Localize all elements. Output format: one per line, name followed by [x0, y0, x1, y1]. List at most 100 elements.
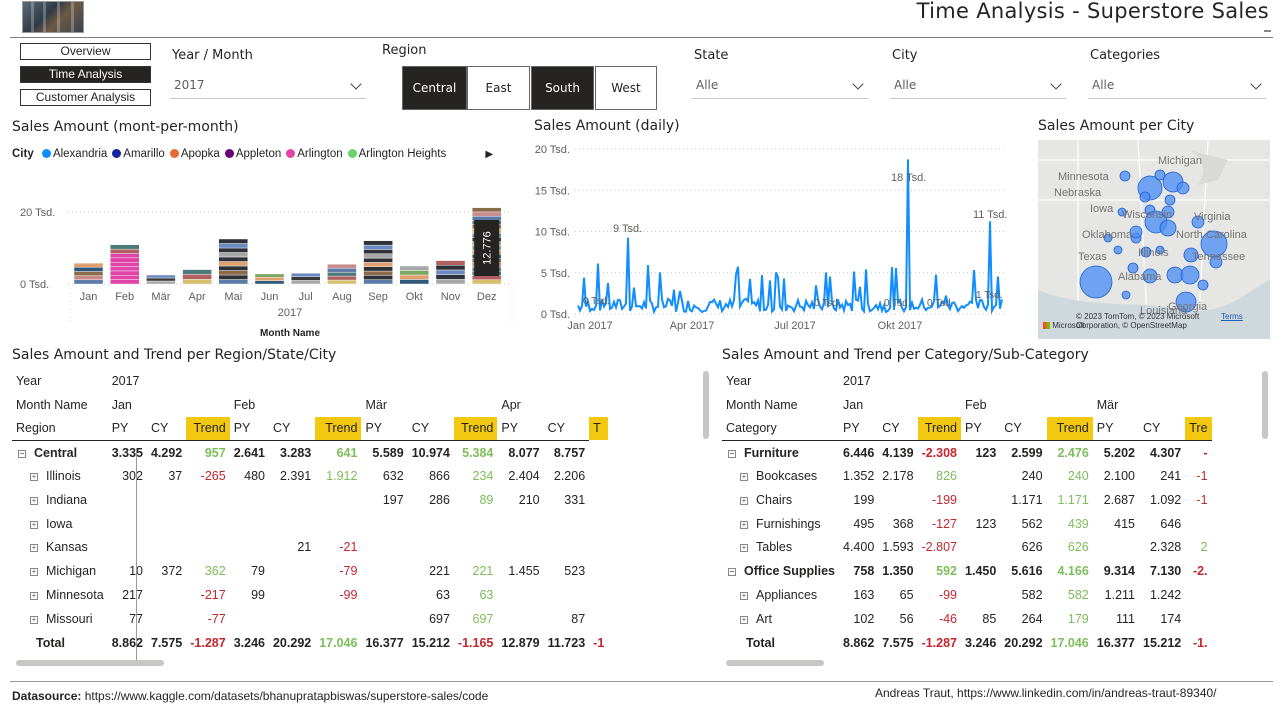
- expand-icon[interactable]: +: [30, 544, 38, 553]
- table-row[interactable]: − Furniture 6.446 4.139 -2.308 123 2.599 2.476 5…: [722, 439, 1212, 465]
- row-header[interactable]: Category: [722, 417, 839, 441]
- legend-item[interactable]: Arlington Heights: [343, 148, 446, 160]
- cell: 2: [1200, 540, 1208, 555]
- expand-icon[interactable]: +: [740, 544, 748, 553]
- expand-icon[interactable]: +: [740, 496, 748, 505]
- collapse-icon[interactable]: −: [728, 449, 736, 458]
- year-month-dropdown[interactable]: 2017: [170, 72, 366, 99]
- trend-column-header[interactable]: Tre: [1185, 416, 1212, 441]
- expand-icon[interactable]: +: [30, 592, 38, 601]
- expand-icon[interactable]: +: [30, 568, 38, 577]
- cell: 1.593: [882, 540, 914, 555]
- region-south-button[interactable]: South: [531, 66, 594, 110]
- py-column-header[interactable]: PY: [230, 417, 269, 441]
- legend-item[interactable]: Amarillo: [107, 148, 165, 160]
- legend-item[interactable]: Apopka: [165, 148, 220, 160]
- map-terms-link[interactable]: Terms: [1221, 312, 1243, 321]
- cell: [230, 607, 269, 631]
- region-east-button[interactable]: East: [467, 66, 530, 110]
- table-row[interactable]: Total 8.862 7.575 -1.287 3.246 20.292 17.046 16…: [722, 631, 1212, 655]
- cy-column-header[interactable]: CY: [1000, 417, 1046, 441]
- bar-segment: [109, 275, 140, 280]
- author-footer[interactable]: Andreas Traut, https://www.linkedin.com/…: [875, 686, 1217, 700]
- py-column-header[interactable]: PY: [1093, 417, 1139, 441]
- cy-column-header[interactable]: CY: [147, 417, 186, 441]
- table-row[interactable]: + Appliances 163 65 -99 582 582 1.211 1.242: [722, 583, 1212, 607]
- region-central-button[interactable]: Central: [402, 66, 467, 110]
- table-row[interactable]: Total 8.862 7.575 -1.287 3.246 20.292 17.046 16…: [12, 631, 608, 655]
- trend-column-header[interactable]: Trend: [315, 416, 362, 441]
- trend-column-header[interactable]: Trend: [453, 416, 498, 441]
- expand-icon[interactable]: +: [30, 496, 38, 505]
- cell: [230, 512, 269, 536]
- py-column-header[interactable]: PY: [361, 417, 407, 441]
- state-dropdown[interactable]: Alle: [692, 72, 868, 99]
- legend-item[interactable]: Arlington: [281, 148, 343, 160]
- category-matrix[interactable]: Year 2017 Month Name Jan Feb Mär Category PY CY T…: [722, 369, 1262, 661]
- x-tick-label: Jun: [261, 291, 279, 303]
- table-row[interactable]: + Chairs 199 -199 1.171 1.171 2.687 1.092 -1: [722, 488, 1212, 512]
- city-dropdown[interactable]: Alle: [890, 72, 1066, 99]
- table-row[interactable]: + Bookcases 1.352 2.178 826 240 240 2.100 241 -1: [722, 464, 1212, 488]
- py-column-header[interactable]: PY: [839, 417, 878, 441]
- expand-icon[interactable]: +: [740, 520, 748, 529]
- table-row[interactable]: − Central 3.335 4.292 957 2.641 3.283 641 5.589 1…: [12, 439, 608, 465]
- categories-dropdown[interactable]: Alle: [1088, 72, 1266, 99]
- expand-icon[interactable]: +: [740, 615, 748, 624]
- cell: 217: [122, 588, 143, 603]
- table-row[interactable]: +Missouri 77 -77 697 697 87: [12, 607, 608, 631]
- table-row[interactable]: + Art 102 56 -46 85 264 179 111 174: [722, 607, 1212, 631]
- nav-overview-button[interactable]: Overview: [20, 43, 151, 60]
- py-column-header[interactable]: PY: [961, 417, 1000, 441]
- table-row[interactable]: +Michigan 10 372 362 79 -79 221 221 1.455 523: [12, 559, 608, 583]
- expand-icon[interactable]: +: [30, 615, 38, 624]
- expand-icon[interactable]: +: [30, 520, 38, 529]
- collapse-icon[interactable]: −: [728, 568, 736, 577]
- region-table-hscrollbar[interactable]: [16, 660, 164, 666]
- cell: 174: [1160, 611, 1182, 626]
- py-column-header[interactable]: PY: [497, 417, 543, 441]
- py-column-header[interactable]: PY: [108, 417, 147, 441]
- cell: [361, 583, 407, 607]
- table-row[interactable]: + Minnesota 217 -217 99 -99 63 63: [12, 583, 608, 607]
- trend-column-header[interactable]: T: [589, 416, 609, 441]
- city-bubble-map[interactable]: Michigan Minnesota Nebraska Iowa Wisconsin Vi…: [1038, 140, 1270, 339]
- table-row[interactable]: + Furnishings 495 368 -127 123 562 439 415 646: [722, 512, 1212, 536]
- expand-icon[interactable]: +: [30, 473, 38, 482]
- table-row[interactable]: + Tables 4.400 1.593 -2.807 626 626 2.328 2: [722, 536, 1212, 560]
- bar-segment: [218, 247, 249, 253]
- cy-column-header[interactable]: CY: [269, 417, 315, 441]
- region-table-vscrollbar[interactable]: [703, 371, 709, 439]
- cell: 302: [122, 469, 143, 484]
- table-row[interactable]: − Office Supplies 758 1.350 592 1.450 5.616 4.1…: [722, 559, 1212, 583]
- bar-segment: [399, 265, 429, 271]
- cy-column-header[interactable]: CY: [878, 417, 917, 441]
- collapse-icon[interactable]: −: [18, 449, 26, 458]
- region-matrix[interactable]: Year 2017 Month Name Jan Feb Mär Apr Region PY CY…: [12, 369, 702, 661]
- legend-next-arrow-icon[interactable]: ▶: [485, 149, 493, 160]
- category-table-vscrollbar[interactable]: [1262, 371, 1268, 439]
- x-axis-title: Month Name: [260, 328, 320, 339]
- row-header[interactable]: Region: [12, 417, 108, 441]
- category-table-hscrollbar[interactable]: [726, 660, 824, 666]
- nav-customer-analysis-button[interactable]: Customer Analysis: [20, 89, 151, 106]
- datasource-link[interactable]: https://www.kaggle.com/datasets/bhanupra…: [85, 689, 489, 703]
- cy-column-header[interactable]: CY: [408, 417, 454, 441]
- expand-icon[interactable]: +: [740, 473, 748, 482]
- trend-column-header[interactable]: Trend: [1046, 416, 1093, 441]
- trend-column-header[interactable]: Trend: [917, 416, 962, 441]
- expand-icon[interactable]: +: [740, 592, 748, 601]
- cell: 562: [1021, 516, 1043, 531]
- table-row[interactable]: + Indiana 197 286 89 210 331: [12, 488, 608, 512]
- cy-column-header[interactable]: CY: [544, 417, 590, 441]
- nav-time-analysis-button[interactable]: Time Analysis: [20, 66, 151, 83]
- region-west-button[interactable]: West: [595, 66, 657, 110]
- trend-column-header[interactable]: Trend: [186, 416, 230, 441]
- legend-item[interactable]: Alexandria: [37, 148, 107, 160]
- table-row[interactable]: + Iowa: [12, 512, 608, 536]
- cy-column-header[interactable]: CY: [1139, 417, 1185, 441]
- table-row[interactable]: + Illinois 302 37 -265 480 2.391 1.912 632 866 234…: [12, 464, 608, 488]
- table-row[interactable]: + Kansas 21 -21: [12, 536, 608, 560]
- legend-item[interactable]: Appleton: [220, 148, 281, 160]
- cell: 1.352: [843, 469, 875, 484]
